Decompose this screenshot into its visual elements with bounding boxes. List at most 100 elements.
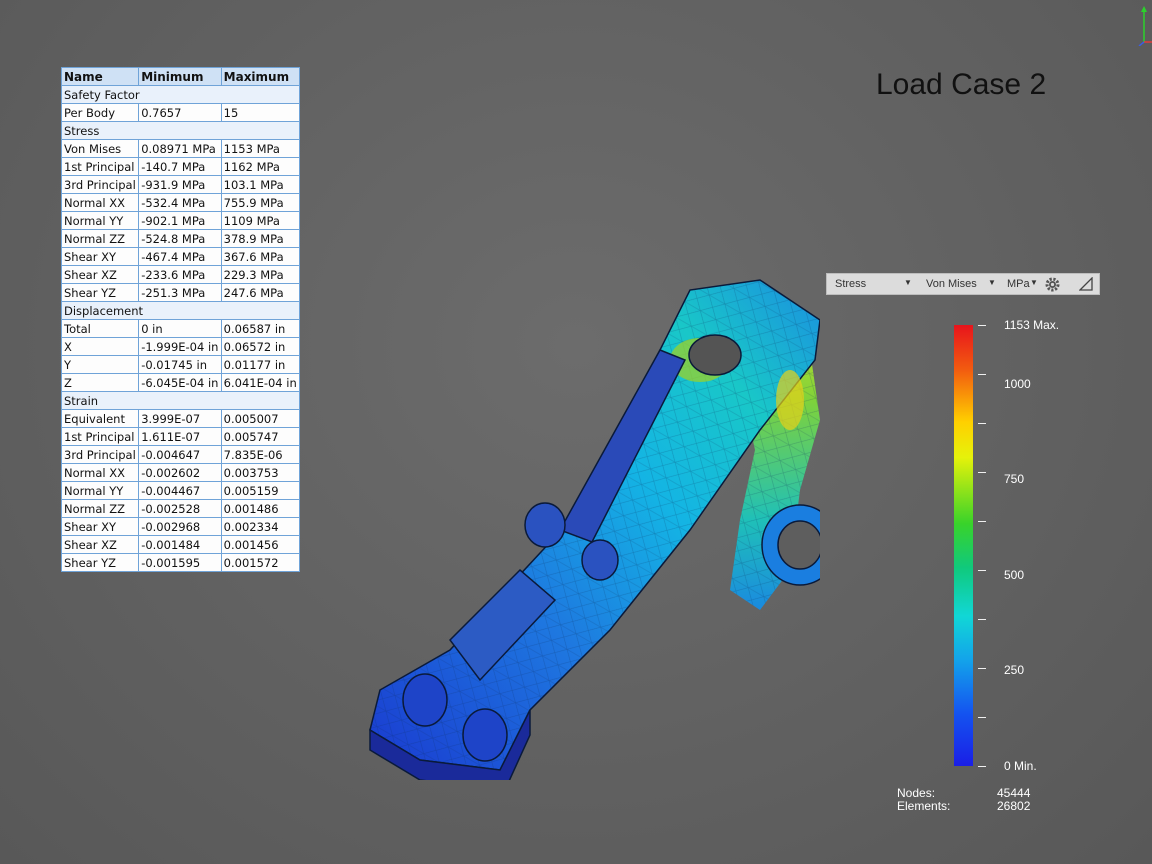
color-bar-min-label: 0 Min. <box>1004 759 1037 773</box>
row-maximum: 15 <box>220 103 301 122</box>
color-bar-max-label: 1153 Max. <box>1004 318 1060 332</box>
load-case-title: Load Case 2 <box>876 68 1047 101</box>
table-row: Shear YZ -251.3 MPa 247.6 MPa <box>60 283 301 302</box>
row-name: Per Body <box>60 103 140 122</box>
row-maximum: 755.9 MPa <box>220 193 301 212</box>
row-minimum: -0.002602 <box>138 463 222 482</box>
row-maximum: 0.001486 <box>220 499 301 518</box>
row-minimum: -532.4 MPa <box>138 193 222 212</box>
color-bar-tick <box>978 325 986 326</box>
table-row: Normal ZZ -0.002528 0.001486 <box>60 499 301 518</box>
gear-icon[interactable] <box>1044 276 1061 293</box>
row-maximum: 1153 MPa <box>220 139 301 158</box>
result-type-chevron-down-icon[interactable]: ▼ <box>904 278 912 287</box>
color-bar-tick <box>978 668 986 669</box>
row-minimum: -0.001595 <box>138 553 222 572</box>
row-name: 3rd Principal <box>60 175 140 194</box>
table-row: X -1.999E-04 in 0.06572 in <box>60 337 301 356</box>
table-row: Shear XZ -233.6 MPa 229.3 MPa <box>60 265 301 284</box>
units-dropdown[interactable]: MPa <box>1007 278 1030 290</box>
table-row: Shear XY -467.4 MPa 367.6 MPa <box>60 247 301 266</box>
row-minimum: -931.9 MPa <box>138 175 222 194</box>
category-label: Strain <box>61 391 300 410</box>
row-maximum: 0.06572 in <box>220 337 301 356</box>
triangle-probe-icon[interactable] <box>1079 277 1093 291</box>
table-row: Shear XZ -0.001484 0.001456 <box>60 535 301 554</box>
row-name: Shear YZ <box>60 553 140 572</box>
table-row: Per Body 0.7657 15 <box>60 103 301 122</box>
table-row: Von Mises 0.08971 MPa 1153 MPa <box>60 139 301 158</box>
results-table-body: Safety Factor Per Body 0.7657 15 Stress Von M… <box>60 85 301 572</box>
table-row: Equivalent 3.999E-07 0.005007 <box>60 409 301 428</box>
row-minimum: 1.611E-07 <box>138 427 222 446</box>
row-maximum: 0.06587 in <box>220 319 301 338</box>
row-minimum: -0.01745 in <box>138 355 222 374</box>
row-name: Shear XZ <box>60 535 140 554</box>
table-row: Normal XX -532.4 MPa 755.9 MPa <box>60 193 301 212</box>
row-minimum: 0 in <box>138 319 222 338</box>
color-bar-tick <box>978 766 986 767</box>
result-component-chevron-down-icon[interactable]: ▼ <box>988 278 996 287</box>
table-row: Shear YZ -0.001595 0.001572 <box>60 553 301 572</box>
row-maximum: 0.005159 <box>220 481 301 500</box>
row-maximum: 0.005747 <box>220 427 301 446</box>
table-row: 1st Principal 1.611E-07 0.005747 <box>60 427 301 446</box>
result-type-dropdown[interactable]: Stress <box>835 278 866 290</box>
row-name: Normal ZZ <box>60 229 140 248</box>
category-label: Stress <box>61 121 300 140</box>
table-category-row: Strain <box>61 391 300 410</box>
header-name: Name <box>60 67 140 86</box>
table-category-row: Safety Factor <box>61 85 300 104</box>
result-component-dropdown[interactable]: Von Mises <box>926 278 977 290</box>
table-row: Z -6.045E-04 in 6.041E-04 in <box>60 373 301 392</box>
row-maximum: 7.835E-06 <box>220 445 301 464</box>
row-name: Normal XX <box>60 193 140 212</box>
row-minimum: -467.4 MPa <box>138 247 222 266</box>
row-name: 3rd Principal <box>60 445 140 464</box>
row-maximum: 367.6 MPa <box>220 247 301 266</box>
table-row: Normal XX -0.002602 0.003753 <box>60 463 301 482</box>
row-name: Shear XZ <box>60 265 140 284</box>
table-row: 1st Principal -140.7 MPa 1162 MPa <box>60 157 301 176</box>
table-row: 3rd Principal -931.9 MPa 103.1 MPa <box>60 175 301 194</box>
table-row: Normal ZZ -524.8 MPa 378.9 MPa <box>60 229 301 248</box>
units-chevron-down-icon[interactable]: ▼ <box>1030 278 1038 287</box>
row-minimum: -6.045E-04 in <box>138 373 222 392</box>
color-bar-label: 250 <box>1004 663 1025 678</box>
row-minimum: 0.08971 MPa <box>138 139 222 158</box>
axis-triad-icon[interactable] <box>1136 6 1152 46</box>
row-name: 1st Principal <box>60 427 140 446</box>
row-name: Shear XY <box>60 517 140 536</box>
table-header-row: Name Minimum Maximum <box>60 67 301 86</box>
header-maximum: Maximum <box>220 67 301 86</box>
row-maximum: 6.041E-04 in <box>220 373 301 392</box>
category-label: Displacement <box>61 301 300 320</box>
row-name: Shear YZ <box>60 283 140 302</box>
row-maximum: 378.9 MPa <box>220 229 301 248</box>
stress-contour-model[interactable] <box>360 270 820 780</box>
row-maximum: 0.002334 <box>220 517 301 536</box>
color-bar-label: 1000 <box>1004 376 1031 391</box>
color-bar-tick <box>978 521 986 522</box>
row-minimum: -1.999E-04 in <box>138 337 222 356</box>
row-maximum: 0.003753 <box>220 463 301 482</box>
row-minimum: -0.002968 <box>138 517 222 536</box>
row-maximum: 103.1 MPa <box>220 175 301 194</box>
row-minimum: -251.3 MPa <box>138 283 222 302</box>
row-minimum: -902.1 MPa <box>138 211 222 230</box>
color-bar-tick <box>978 619 986 620</box>
table-row: Y -0.01745 in 0.01177 in <box>60 355 301 374</box>
table-category-row: Stress <box>61 121 300 140</box>
row-maximum: 1162 MPa <box>220 157 301 176</box>
row-name: Total <box>60 319 140 338</box>
color-bar-tick <box>978 570 986 571</box>
row-minimum: -524.8 MPa <box>138 229 222 248</box>
row-minimum: -0.002528 <box>138 499 222 518</box>
nodes-label: Nodes: <box>897 786 936 800</box>
table-row: Total 0 in 0.06587 in <box>60 319 301 338</box>
row-minimum: -233.6 MPa <box>138 265 222 284</box>
header-minimum: Minimum <box>138 67 222 86</box>
table-row: 3rd Principal -0.004647 7.835E-06 <box>60 445 301 464</box>
row-maximum: 229.3 MPa <box>220 265 301 284</box>
row-maximum: 1109 MPa <box>220 211 301 230</box>
